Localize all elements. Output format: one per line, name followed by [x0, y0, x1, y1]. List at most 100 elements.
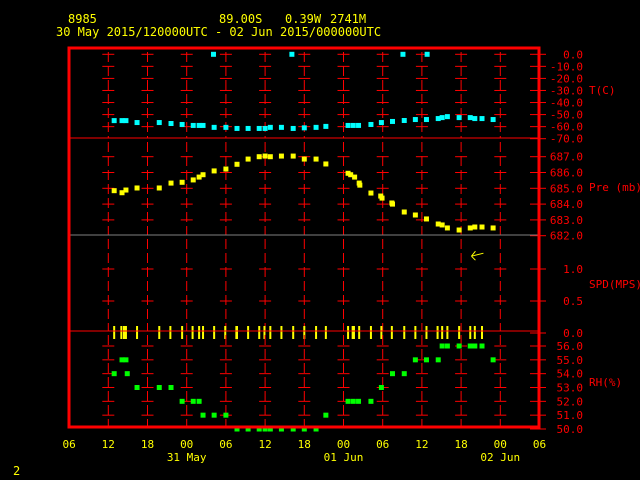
temperature-point	[245, 125, 251, 131]
pressure-point	[390, 201, 395, 207]
pressure-point	[439, 222, 445, 228]
wind-speed-bar	[425, 326, 428, 339]
relative_humidity-point	[190, 398, 196, 404]
wind-speed-bar	[120, 326, 123, 339]
temperature-point	[267, 124, 273, 130]
relative_humidity-point	[390, 371, 395, 377]
relative_humidity-point	[401, 371, 407, 377]
wind-speed-bar	[446, 326, 449, 339]
wind-speed-bar	[213, 326, 216, 339]
wind-speed-bar	[169, 326, 172, 339]
relative_humidity-point	[412, 357, 418, 363]
y-tick-label: -40.0	[550, 97, 583, 110]
relative_humidity-point	[124, 371, 130, 377]
temperature-point	[290, 125, 296, 131]
pressure-point	[490, 225, 496, 231]
wind-speed-bar	[269, 326, 272, 339]
wind-speed-bar	[236, 326, 239, 339]
temperature-point	[490, 117, 496, 123]
x-date-label: 01 Jun	[324, 451, 364, 464]
y-tick-label: 685.0	[550, 182, 583, 195]
y-tick-label: 687.0	[550, 151, 583, 164]
pressure-point	[134, 185, 140, 191]
x-tick-label: 00	[337, 438, 350, 451]
relative_humidity-point	[456, 343, 462, 349]
pressure-point	[412, 212, 418, 218]
relative_humidity-point	[211, 412, 217, 418]
y-axis-label: Pre (mb)	[589, 181, 640, 194]
wind-speed-bar	[113, 326, 116, 339]
wind-speed-bar	[247, 326, 250, 339]
temperature-point	[323, 123, 329, 129]
y-tick-label: 683.0	[550, 214, 583, 227]
y-tick-label: 53.0	[557, 382, 584, 395]
temperature-point	[223, 124, 229, 130]
relative_humidity-point	[444, 343, 450, 349]
wind-speed-bar	[380, 326, 383, 339]
relative_humidity-point	[423, 357, 429, 363]
relative_humidity-point	[123, 357, 129, 363]
relative_humidity-point	[134, 385, 140, 390]
wind-speed-bar	[315, 326, 318, 339]
temperature-point	[401, 117, 407, 123]
relative_humidity-point	[156, 385, 162, 390]
temperature-point	[368, 121, 374, 127]
pressure-point	[313, 156, 319, 162]
wind-speed-bar	[191, 326, 194, 339]
pressure-point	[168, 180, 174, 186]
temperature-point	[400, 51, 406, 57]
temperature-point	[200, 122, 206, 128]
relative_humidity-point	[323, 412, 329, 418]
temperature-point	[168, 121, 174, 127]
relative_humidity-point	[435, 357, 441, 363]
wind-speed-bar	[202, 326, 205, 339]
wind-speed-bar	[469, 326, 472, 339]
relative_humidity-point	[345, 398, 351, 404]
y-tick-label: 682.0	[550, 230, 583, 243]
temperature-point	[313, 124, 319, 130]
y-tick-label: 0.0	[563, 48, 583, 61]
temperature-point	[156, 120, 162, 126]
y-tick-label: 1.0	[563, 263, 583, 276]
pressure-point	[123, 187, 129, 193]
relative_humidity-point	[168, 385, 174, 390]
relative_humidity-point	[439, 343, 445, 349]
x-tick-label: 06	[533, 438, 546, 451]
temperature-point	[467, 115, 473, 121]
pressure-point	[467, 225, 473, 231]
y-tick-label: 52.0	[557, 395, 584, 408]
relative_humidity-point	[368, 398, 374, 404]
x-date-label: 02 Jun	[480, 451, 520, 464]
temperature-point	[179, 121, 185, 127]
y-tick-label: 686.0	[550, 167, 583, 180]
y-tick-label: -60.0	[550, 121, 583, 134]
temperature-point	[345, 122, 351, 128]
y-axis-label: RH(%)	[589, 376, 622, 389]
relative_humidity-point	[179, 398, 185, 404]
y-tick-label: -50.0	[550, 109, 583, 122]
temperature-point	[134, 120, 140, 126]
pressure-point	[444, 225, 450, 231]
pressure-point	[111, 188, 117, 194]
relative_humidity-point	[356, 398, 362, 404]
pressure-point	[190, 177, 196, 183]
y-tick-label: 56.0	[557, 340, 584, 353]
y-tick-label: 50.0	[557, 423, 584, 436]
relative_humidity-point	[350, 398, 356, 404]
temperature-point	[439, 115, 445, 121]
relative_humidity-point	[467, 343, 473, 349]
y-tick-label: -10.0	[550, 60, 583, 73]
pressure-point	[323, 161, 329, 167]
temperature-point	[210, 51, 216, 57]
relative_humidity-point	[200, 412, 206, 418]
wind-speed-bar	[280, 326, 283, 339]
temperature-point	[423, 117, 429, 123]
pressure-point	[479, 224, 485, 230]
temperature-point	[278, 124, 284, 130]
temperature-point	[444, 114, 450, 120]
temperature-point	[350, 122, 356, 128]
temperature-point	[390, 118, 395, 124]
x-tick-label: 18	[454, 438, 467, 451]
y-tick-label: 54.0	[557, 368, 584, 381]
relative_humidity-point	[111, 371, 117, 377]
